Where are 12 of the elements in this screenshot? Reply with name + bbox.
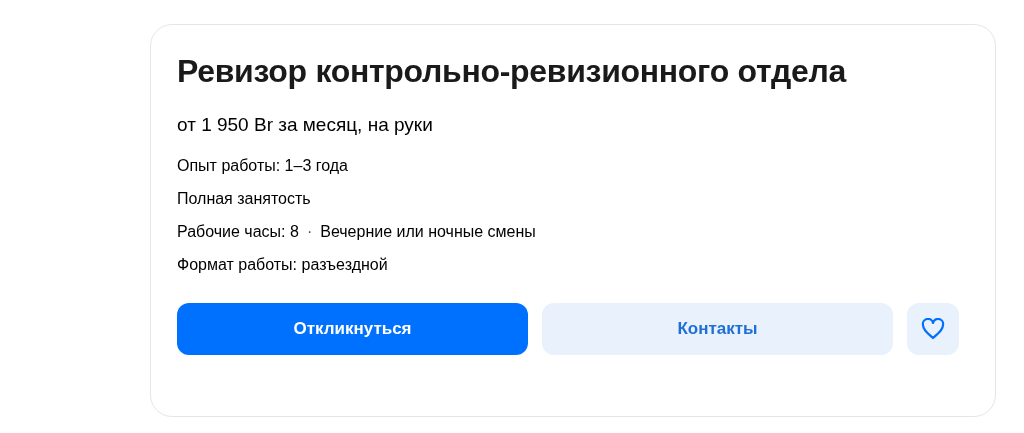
- detail-text: Опыт работы: 1–3 года: [177, 156, 348, 176]
- detail-text: Вечерние или ночные смены: [320, 222, 536, 242]
- respond-button[interactable]: Откликнуться: [177, 303, 528, 355]
- salary-text: от 1 950 Br за месяц, на руки: [177, 113, 434, 137]
- heart-icon: [921, 318, 945, 340]
- vacancy-title: Ревизор контрольно-ревизионного отдела: [177, 52, 848, 91]
- detail-text: Формат работы: разъездной: [177, 255, 388, 275]
- contacts-button[interactable]: Контакты: [542, 303, 893, 355]
- favorite-button[interactable]: [907, 303, 959, 355]
- separator-dot: ·: [306, 222, 313, 242]
- detail-text: Полная занятость: [177, 189, 311, 209]
- detail-text: Рабочие часы: 8: [177, 222, 299, 242]
